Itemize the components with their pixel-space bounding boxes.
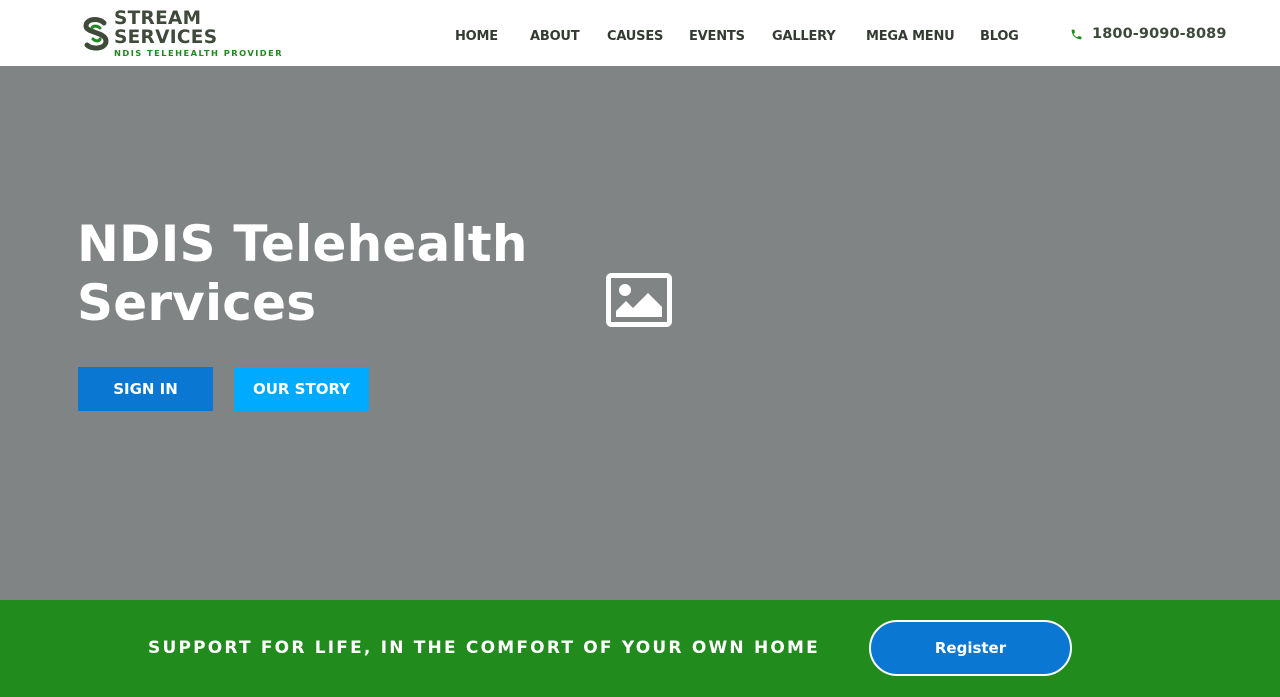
nav-blog[interactable]: BLOG [980,29,1019,44]
nav-events[interactable]: EVENTS [689,29,745,44]
logo-title: STREAM SERVICES [114,8,218,48]
hero-section: NDIS Telehealth Services SIGN IN OUR STO… [0,66,1280,600]
hero-title: NDIS Telehealth Services [77,215,547,333]
hero-title-line-1: NDIS Telehealth [77,215,528,273]
logo-text: STREAM SERVICES NDIS TELEHEALTH PROVIDER [114,8,302,59]
nav-gallery[interactable]: GALLERY [772,29,836,44]
phone-contact[interactable]: 1800-9090-8089 [1070,26,1227,42]
register-button[interactable]: Register [869,620,1072,676]
cta-tagline: SUPPORT FOR LIFE, IN THE COMFORT OF YOUR… [148,638,820,658]
stream-services-logo-icon [83,17,109,51]
hero-title-line-2: Services [77,274,317,332]
phone-number: 1800-9090-8089 [1092,26,1227,42]
phone-icon [1071,29,1082,39]
cta-bar: SUPPORT FOR LIFE, IN THE COMFORT OF YOUR… [0,600,1280,697]
nav-about[interactable]: ABOUT [530,29,580,44]
our-story-button[interactable]: OUR STORY [234,367,369,411]
sign-in-button[interactable]: SIGN IN [78,367,213,411]
nav-causes[interactable]: CAUSES [607,29,663,44]
nav-home[interactable]: HOME [455,29,498,44]
logo-subtitle: NDIS TELEHEALTH PROVIDER [114,48,284,59]
site-logo[interactable]: STREAM SERVICES NDIS TELEHEALTH PROVIDER [80,10,302,58]
image-placeholder-icon [606,273,672,327]
site-header: STREAM SERVICES NDIS TELEHEALTH PROVIDER… [0,0,1280,66]
nav-mega-menu[interactable]: MEGA MENU [866,29,955,44]
